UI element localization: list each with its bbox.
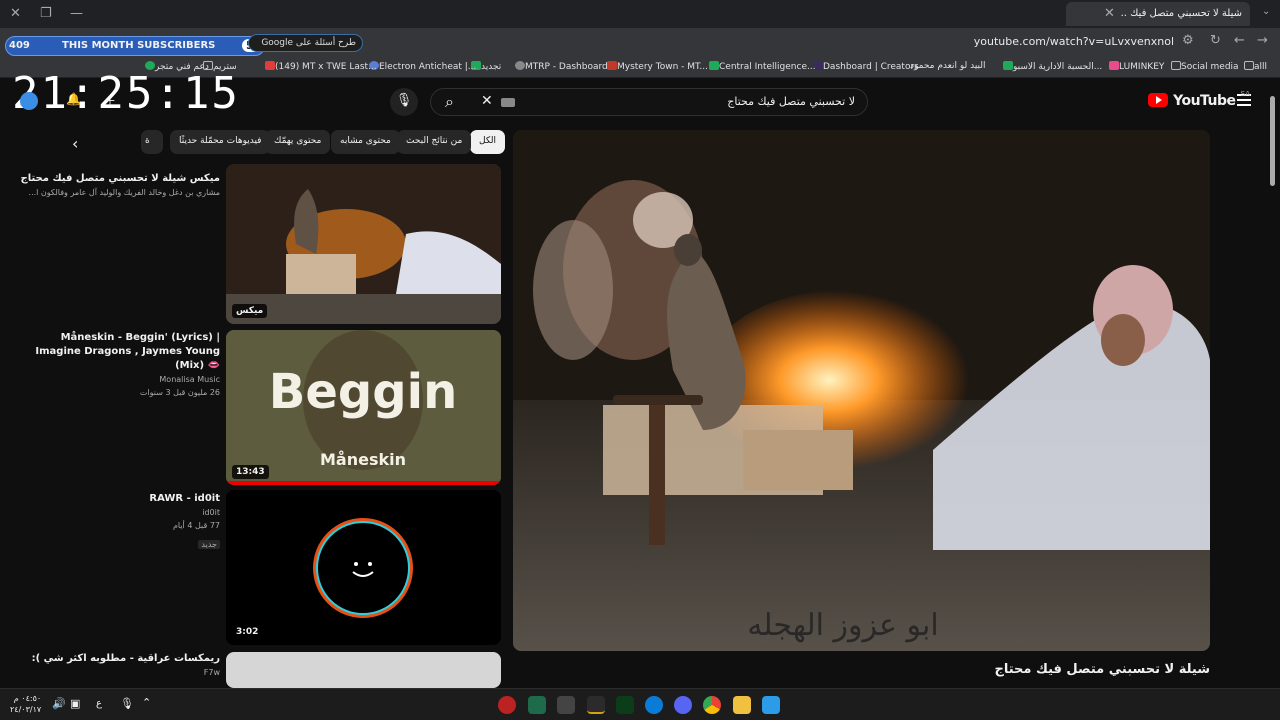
bookmark-item[interactable]: (149) MT x TWE Last... — [262, 61, 377, 72]
tab-title: شيلة لا تحسبني متصل فيك .. — [1120, 8, 1242, 19]
app-icon[interactable] — [587, 696, 605, 714]
restore-window-icon[interactable]: ❐ — [40, 6, 52, 21]
video-frame: ابو عزوز الهجله — [513, 130, 1210, 651]
chip-recent[interactable]: فيديوهات محمّلة حديثًا — [170, 130, 271, 154]
sub-count: 409 — [9, 40, 30, 51]
mix-badge: ميكس — [232, 304, 268, 318]
chip-for-you[interactable]: محتوى يهمّك — [265, 130, 331, 154]
sub-label: THIS MONTH SUBSCRIBERS — [62, 40, 216, 51]
edge-icon[interactable] — [645, 696, 663, 714]
new-badge: جديد — [198, 540, 220, 549]
bookmark-item[interactable]: Central Intelligence... — [706, 61, 816, 72]
obs-icon[interactable] — [498, 696, 516, 714]
forward-icon[interactable]: ← — [1234, 33, 1245, 48]
volume-icon[interactable]: 🔊 — [52, 697, 66, 710]
related-thumb-2[interactable]: Beggin Måneskin 13:43 — [226, 330, 501, 485]
thumb-image: Beggin Måneskin — [226, 330, 501, 485]
file-explorer-icon[interactable] — [733, 696, 751, 714]
youtube-logo[interactable]: YouTube SA — [1148, 90, 1250, 109]
video-watermark: ابو عزوز الهجله — [747, 608, 938, 643]
app-icon[interactable] — [616, 696, 634, 714]
language-indicator[interactable]: ع — [96, 698, 102, 709]
related-thumb-4[interactable] — [226, 652, 501, 688]
bookmark-item[interactable]: البيد لو انعدم محمود — [910, 61, 986, 71]
keyboard-icon[interactable] — [501, 98, 515, 107]
video-player[interactable]: ابو عزوز الهجله — [513, 130, 1210, 651]
discord-icon[interactable] — [674, 696, 692, 714]
site-info-icon[interactable]: ⚙ — [1182, 33, 1194, 48]
chip-all[interactable]: الكل — [470, 130, 506, 154]
related-thumb-1[interactable]: ميكس — [226, 164, 501, 324]
bookmark-item[interactable]: الحسبة الادارية الاسبو... — [1000, 61, 1102, 72]
chevron-left-icon[interactable]: ‹ — [72, 134, 78, 153]
thumb-image — [226, 490, 501, 645]
taskbar: ٠٤:٥٠ م ٢٤/٠٣/١٧ 🔊 ▣ ع 🎙 ⌃ — [0, 688, 1280, 720]
chip-more[interactable]: ة — [141, 130, 163, 154]
youtube-play-icon — [1148, 93, 1168, 107]
related-item-2[interactable]: Måneskin - Beggin' (Lyrics) | Imagine Dr… — [20, 331, 220, 399]
mic-tray-icon[interactable]: 🎙 — [120, 697, 134, 710]
thumb-image — [226, 164, 501, 324]
reload-icon[interactable]: ↻ — [1210, 33, 1221, 48]
chip-from-search[interactable]: من نتائج البحث — [397, 130, 472, 154]
video-title: شيلة لا تحسبني متصل فيك محتاج — [994, 662, 1210, 677]
search-icon[interactable]: ⌕ — [445, 92, 454, 112]
bookmark-item[interactable]: MTRP - Dashboard — [512, 61, 608, 72]
bookmark-item[interactable]: LUMINKEY — [1106, 61, 1164, 72]
minimize-window-icon[interactable]: — — [70, 6, 83, 21]
duration-badge: 3:02 — [232, 625, 263, 639]
svg-text:Måneskin: Måneskin — [320, 450, 406, 469]
search-query: لا تحسبني متصل فيك محتاج — [727, 95, 855, 108]
close-window-icon[interactable]: ✕ — [10, 6, 21, 21]
create-icon[interactable]: ＋ — [104, 92, 116, 109]
browser-tab-bar: ✕ ❐ — + شيلة لا تحسبني متصل فيك .. ✕ ⌄ — [0, 0, 1280, 28]
terminal-icon[interactable] — [557, 696, 575, 714]
bookmark-item[interactable]: Social media — [1168, 61, 1239, 72]
notifications-icon[interactable]: 🔔 — [66, 92, 81, 106]
bookmark-item[interactable]: Electron Anticheat |... — [366, 61, 476, 72]
clear-search-icon[interactable]: ✕ — [481, 93, 493, 109]
network-icon[interactable]: ▣ — [70, 697, 80, 710]
related-item-1[interactable]: ميكس شيلة لا تحسبني متصل فيك محتاج مشاري… — [20, 172, 220, 199]
url-field[interactable]: youtube.com/watch?v=uLvxvenxnol — [974, 35, 1174, 48]
scrollbar[interactable] — [1270, 96, 1275, 186]
avatar[interactable] — [20, 92, 38, 110]
start-icon[interactable] — [762, 696, 780, 714]
bookmark-item[interactable]: Dashboard | Creators — [810, 61, 919, 72]
chrome-icon[interactable] — [703, 696, 721, 714]
duration-badge: 13:43 — [232, 465, 269, 479]
bookmark-item[interactable]: alll — [1241, 61, 1267, 72]
google-ask-chip[interactable]: طرح أسئلة على Google — [248, 34, 363, 52]
stream-clock: 21:25:15 — [12, 68, 240, 119]
close-tab-icon[interactable]: ✕ — [1104, 6, 1115, 21]
back-icon[interactable]: → — [1257, 33, 1268, 48]
active-tab[interactable]: شيلة لا تحسبني متصل فيك .. — [1066, 2, 1250, 26]
chevron-up-icon[interactable]: ⌃ — [142, 696, 151, 709]
taskbar-clock[interactable]: ٠٤:٥٠ م ٢٤/٠٣/١٧ — [10, 693, 41, 715]
related-item-4[interactable]: ريمكسات عراقية - مطلوبه اكثر شي ): F7w — [20, 652, 220, 688]
chip-related[interactable]: محتوى مشابه — [331, 130, 400, 154]
svg-text:Beggin: Beggin — [269, 364, 457, 420]
mic-icon[interactable]: 🎙 — [390, 88, 418, 116]
subscriber-goal-bar: 409 THIS MONTH SUBSCRIBERS 500 — [5, 36, 273, 56]
tab-search-icon[interactable]: ⌄ — [1262, 6, 1270, 17]
app-icon[interactable] — [528, 696, 546, 714]
related-thumb-3[interactable]: 3:02 — [226, 490, 501, 645]
search-input[interactable]: ⌕ ✕ لا تحسبني متصل فيك محتاج — [430, 88, 868, 116]
related-item-3[interactable]: RAWR - id0it id0it 77 قبل 4 أيام جديد — [20, 492, 220, 551]
bookmark-item[interactable]: Mystery Town - MT... — [604, 61, 708, 72]
